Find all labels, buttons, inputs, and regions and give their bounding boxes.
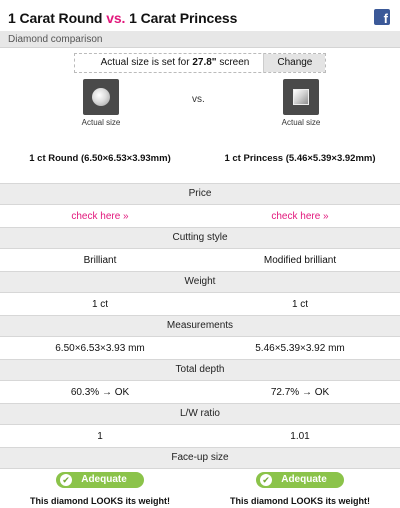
left-diamond: Actual size: [56, 79, 146, 127]
note-left-post: its weight!: [123, 496, 171, 506]
subtitle-bar: Diamond comparison: [0, 31, 400, 48]
diamond-comparison: Actual size vs. Actual size: [0, 79, 400, 153]
weight-row: 1 ct 1 ct: [0, 293, 400, 315]
adequate-badge-left: ✔ Adequate: [56, 472, 144, 488]
change-size-button[interactable]: Change: [263, 54, 326, 72]
section-lw-ratio: L/W ratio: [0, 403, 400, 425]
price-link-right[interactable]: check here »: [200, 211, 400, 222]
page-title: 1 Carat Round vs. 1 Carat Princess: [8, 10, 400, 26]
right-diamond: Actual size: [256, 79, 346, 127]
weight-right: 1 ct: [291, 298, 309, 310]
adequate-label-left: Adequate: [81, 474, 127, 485]
measurements-row: 6.50×6.53×3.93 mm 5.46×5.39×3.92 mm: [0, 337, 400, 359]
cutting-style-right: Modified brilliant: [263, 254, 337, 266]
page-header: 1 Carat Round vs. 1 Carat Princess f: [0, 0, 400, 31]
check-icon: ✔: [60, 474, 72, 486]
price-link-left[interactable]: check here »: [0, 211, 200, 222]
vs-label: vs.: [192, 94, 205, 105]
screen-size-value: 27.8": [192, 57, 217, 68]
looks-weight-left: This diamond LOOKS its weight!: [0, 496, 200, 506]
section-weight: Weight: [0, 271, 400, 293]
adequate-label-right: Adequate: [281, 474, 327, 485]
princess-diamond-icon[interactable]: [283, 79, 319, 115]
diamond-names: 1 ct Round (6.50×6.53×3.93mm) 1 ct Princ…: [0, 153, 400, 183]
actual-size-bar: Actual size is set for 27.8" screen Chan…: [0, 53, 400, 73]
total-depth-left: 60.3% → OK: [70, 386, 130, 398]
section-total-depth: Total depth: [0, 359, 400, 381]
note-left-pre: This diamond: [29, 496, 91, 506]
measurements-right: 5.46×5.39×3.92 mm: [255, 342, 345, 354]
cutting-style-row: Brilliant Modified brilliant: [0, 249, 400, 271]
total-depth-right: 72.7% → OK: [270, 386, 330, 398]
facebook-icon[interactable]: f: [374, 9, 390, 25]
section-price: Price: [0, 183, 400, 205]
measurements-left: 6.50×6.53×3.93 mm: [55, 342, 145, 354]
note-left-bold: LOOKS: [91, 496, 124, 506]
total-depth-row: 60.3% → OK 72.7% → OK: [0, 381, 400, 403]
actual-size-box: Actual size is set for 27.8" screen Chan…: [73, 53, 327, 73]
adequate-badge-right: ✔ Adequate: [256, 472, 344, 488]
title-princess: 1 Carat Princess: [129, 10, 238, 26]
round-diamond-icon[interactable]: [83, 79, 119, 115]
face-up-left-cell: ✔ Adequate: [0, 472, 200, 490]
section-measurements: Measurements: [0, 315, 400, 337]
right-diamond-name: 1 ct Princess (5.46×5.39×3.92mm): [224, 153, 376, 164]
note-right-post: its weight!: [323, 496, 371, 506]
lw-ratio-left: 1: [97, 430, 103, 442]
price-row: check here » check here »: [0, 205, 400, 227]
screen-size-text: Actual size is set for 27.8" screen: [75, 54, 264, 72]
title-round: 1 Carat Round: [8, 10, 103, 26]
note-right-bold: LOOKS: [291, 496, 324, 506]
actual-size-label-left: Actual size: [81, 118, 121, 127]
weight-left: 1 ct: [91, 298, 109, 310]
title-vs: vs.: [106, 10, 126, 26]
check-icon: ✔: [260, 474, 272, 486]
screen-size-prefix: Actual size is set for: [100, 57, 193, 68]
actual-size-label-right: Actual size: [281, 118, 321, 127]
face-up-badges: ✔ Adequate ✔ Adequate: [0, 472, 400, 490]
looks-weight-right: This diamond LOOKS its weight!: [200, 496, 400, 506]
looks-weight-row: This diamond LOOKS its weight! This diam…: [0, 491, 400, 508]
left-diamond-name: 1 ct Round (6.50×6.53×3.93mm): [29, 153, 171, 164]
face-up-right-cell: ✔ Adequate: [200, 472, 400, 490]
lw-ratio-right: 1.01: [290, 430, 310, 442]
section-cutting-style: Cutting style: [0, 227, 400, 249]
screen-size-suffix: screen: [216, 57, 250, 68]
cutting-style-left: Brilliant: [83, 254, 117, 266]
lw-ratio-row: 1 1.01: [0, 425, 400, 447]
section-face-up-size: Face-up size: [0, 447, 400, 469]
note-right-pre: This diamond: [229, 496, 291, 506]
